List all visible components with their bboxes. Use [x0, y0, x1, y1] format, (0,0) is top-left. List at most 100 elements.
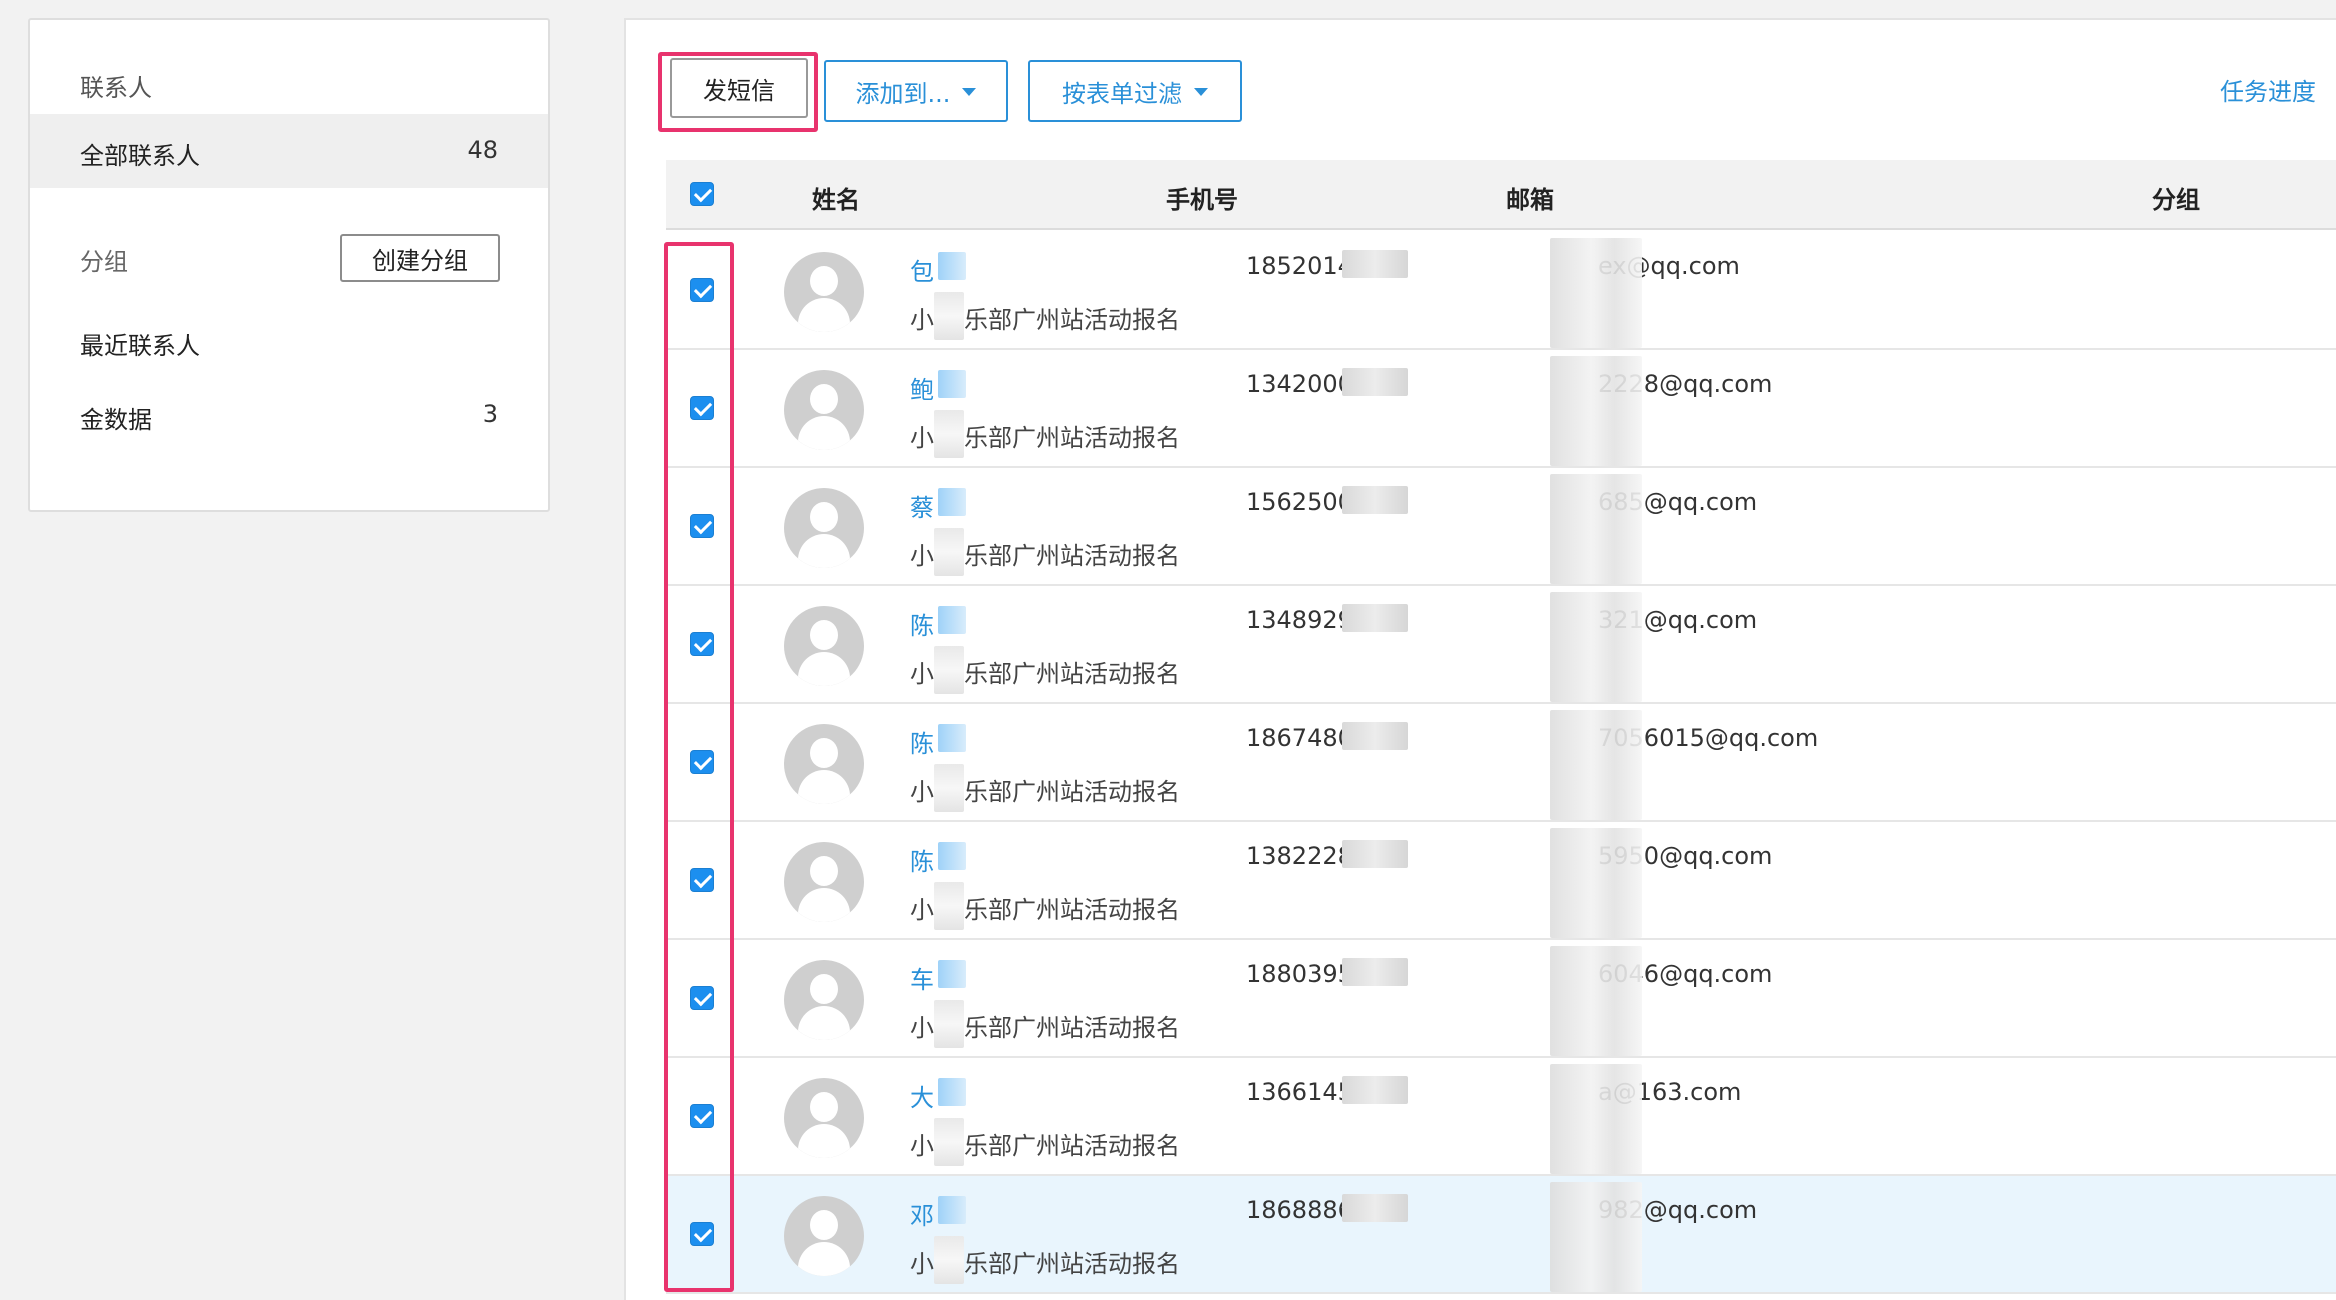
privacy-blur [938, 370, 966, 398]
avatar-head-shape [810, 384, 838, 414]
row-checkbox[interactable] [690, 750, 714, 774]
contact-source: 小 乐部广州站活动报名 [910, 1008, 1180, 1043]
privacy-blur [938, 252, 966, 280]
avatar [784, 960, 864, 1040]
contact-name-link[interactable]: 包 [910, 252, 934, 287]
contact-name-link[interactable]: 车 [910, 960, 934, 995]
contact-phone: 1382228 [1246, 842, 1353, 870]
contact-source-rest: 乐部广州站活动报名 [964, 424, 1180, 452]
add-to-dropdown[interactable]: 添加到... [824, 60, 1008, 122]
table-row[interactable]: 车小 乐部广州站活动报名 1880395 6046@qq.com [666, 940, 2336, 1058]
contact-name-link[interactable]: 大 [910, 1078, 934, 1113]
contacts-main-panel: 发短信 添加到... 按表单过滤 任务进度 姓名 手机号 邮箱 分组 包小乐部广… [624, 18, 2336, 1300]
table-row[interactable]: 陈小 乐部广州站活动报名 1867480 7056015@qq.com [666, 704, 2336, 822]
row-checkbox[interactable] [690, 632, 714, 656]
sidebar-title: 联系人 [80, 74, 152, 102]
privacy-blur [938, 1196, 966, 1224]
jin-data-count: 3 [482, 400, 498, 428]
contact-email: 6046@qq.com [1598, 960, 1773, 988]
row-checkbox[interactable] [690, 278, 714, 302]
contact-source-start: 小 [910, 306, 934, 334]
contact-source-rest: 乐部广州站活动报名 [964, 306, 1180, 334]
table-row[interactable]: 陈小 乐部广州站活动报名 1348929 321@qq.com [666, 586, 2336, 704]
contact-source-start: 小 [910, 424, 934, 452]
avatar-body-shape [798, 652, 850, 686]
contact-email: a@163.com [1598, 1078, 1742, 1106]
contact-source-rest: 乐部广州站活动报名 [964, 1250, 1180, 1278]
row-checkbox[interactable] [690, 986, 714, 1010]
contact-name-link[interactable]: 邓 [910, 1196, 934, 1231]
send-sms-button[interactable]: 发短信 [670, 58, 808, 118]
avatar [784, 1078, 864, 1158]
row-checkbox[interactable] [690, 1222, 714, 1246]
row-checkbox[interactable] [690, 514, 714, 538]
contact-source: 小 乐部广州站活动报名 [910, 1244, 1180, 1279]
avatar-head-shape [810, 738, 838, 768]
table-row[interactable]: 鲍小 乐部广州站活动报名 1342000 2228@qq.com [666, 350, 2336, 468]
avatar-body-shape [798, 1006, 850, 1040]
group-section-label: 分组 [80, 248, 128, 276]
contact-phone: 1342000 [1246, 370, 1353, 398]
row-checkbox[interactable] [690, 1104, 714, 1128]
sidebar-item-jin-data[interactable]: 金数据 [80, 400, 152, 435]
privacy-blur [938, 724, 966, 752]
column-header-name: 姓名 [812, 186, 860, 214]
table-row[interactable]: 蔡小 乐部广州站活动报名 1562500 685@qq.com [666, 468, 2336, 586]
contact-source: 小 乐部广州站活动报名 [910, 654, 1180, 689]
task-progress-link[interactable]: 任务进度 [2220, 72, 2316, 107]
row-checkbox[interactable] [690, 868, 714, 892]
contact-name-link[interactable]: 陈 [910, 606, 934, 641]
contact-phone: 1348929 [1246, 606, 1353, 634]
filter-by-form-label: 按表单过滤 [1062, 79, 1182, 108]
avatar [784, 370, 864, 450]
avatar-body-shape [798, 534, 850, 568]
avatar [784, 488, 864, 568]
contact-source-rest: 乐部广州站活动报名 [964, 542, 1180, 570]
column-header-phone: 手机号 [1166, 186, 1238, 214]
contact-source: 小 乐部广州站活动报名 [910, 772, 1180, 807]
row-checkbox[interactable] [690, 396, 714, 420]
privacy-blur [938, 488, 966, 516]
table-row[interactable]: 包小 乐部广州站活动报名 1852014 ex@qq.com [666, 232, 2336, 350]
contact-email: 685@qq.com [1598, 488, 1758, 516]
contact-email: 321@qq.com [1598, 606, 1758, 634]
avatar-body-shape [798, 298, 850, 332]
avatar-head-shape [810, 266, 838, 296]
column-header-group: 分组 [2152, 186, 2200, 214]
table-row[interactable]: 大小 乐部广州站活动报名 1366145 a@163.com [666, 1058, 2336, 1176]
caret-down-icon [1194, 88, 1208, 96]
create-group-button[interactable]: 创建分组 [340, 234, 500, 282]
contact-source: 小 乐部广州站活动报名 [910, 1126, 1180, 1161]
contact-phone: 1880395 [1246, 960, 1353, 988]
contact-phone: 1852014 [1246, 252, 1353, 280]
sidebar-item-recent-contacts[interactable]: 最近联系人 [80, 326, 200, 361]
table-row[interactable]: 陈小 乐部广州站活动报名 1382228 5950@qq.com [666, 822, 2336, 940]
contacts-sidebar: 联系人 全部联系人 48 分组 创建分组 最近联系人 金数据 3 [28, 18, 550, 512]
privacy-blur [938, 606, 966, 634]
table-row[interactable]: 邓小 乐部广州站活动报名 1868886 982@qq.com [666, 1176, 2336, 1294]
table-header: 姓名 手机号 邮箱 分组 [666, 160, 2336, 230]
contact-name-link[interactable]: 蔡 [910, 488, 934, 523]
contact-source-start: 小 [910, 542, 934, 570]
avatar-body-shape [798, 416, 850, 450]
contact-source-start: 小 [910, 1250, 934, 1278]
sidebar-item-all-contacts[interactable]: 全部联系人 48 [30, 114, 548, 188]
caret-down-icon [962, 88, 977, 96]
avatar-head-shape [810, 1210, 838, 1240]
avatar [784, 724, 864, 804]
avatar-body-shape [798, 1124, 850, 1158]
add-to-label: 添加到... [855, 79, 951, 108]
contact-name-link[interactable]: 鲍 [910, 370, 934, 405]
contact-name-link[interactable]: 陈 [910, 842, 934, 877]
avatar-body-shape [798, 888, 850, 922]
contact-name-link[interactable]: 陈 [910, 724, 934, 759]
contact-source: 小 乐部广州站活动报名 [910, 300, 1180, 335]
filter-by-form-dropdown[interactable]: 按表单过滤 [1028, 60, 1242, 122]
contact-source: 小 乐部广州站活动报名 [910, 536, 1180, 571]
select-all-checkbox[interactable] [690, 182, 714, 206]
contact-source: 小 乐部广州站活动报名 [910, 418, 1180, 453]
avatar-head-shape [810, 856, 838, 886]
contact-email: 5950@qq.com [1598, 842, 1773, 870]
contact-source-rest: 乐部广州站活动报名 [964, 660, 1180, 688]
privacy-blur [938, 1078, 966, 1106]
